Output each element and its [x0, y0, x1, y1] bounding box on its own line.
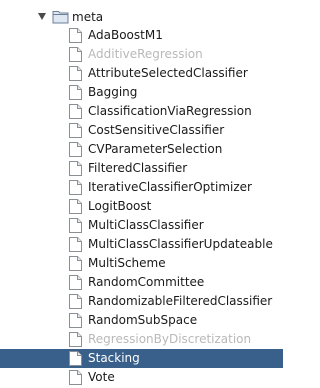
- tree-item-label: CostSensitiveClassifier: [88, 123, 225, 137]
- tree-item-label: ClassificationViaRegression: [88, 104, 252, 118]
- document-icon: [69, 275, 82, 290]
- tree-item-label: Stacking: [88, 351, 140, 365]
- tree-item-regressionbydiscretization[interactable]: RegressionByDiscretization: [0, 330, 283, 349]
- tree-item-label: LogitBoost: [88, 199, 152, 213]
- tree-folder-meta[interactable]: meta: [0, 7, 283, 27]
- document-icon: [69, 370, 82, 385]
- tree-item-bagging[interactable]: Bagging: [0, 83, 283, 102]
- document-icon: [69, 199, 82, 214]
- tree-item-randomcommittee[interactable]: RandomCommittee: [0, 273, 283, 292]
- tree-item-label: Bagging: [88, 85, 138, 99]
- document-icon: [69, 332, 82, 347]
- tree-item-label: AdaBoostM1: [88, 28, 163, 42]
- tree-item-multiclassclassifier[interactable]: MultiClassClassifier: [0, 216, 283, 235]
- tree-item-logitboost[interactable]: LogitBoost: [0, 197, 283, 216]
- tree-item-label: AttributeSelectedClassifier: [88, 66, 248, 80]
- folder-label: meta: [72, 10, 104, 24]
- tree-item-randomsubspace[interactable]: RandomSubSpace: [0, 311, 283, 330]
- tree-item-costsensitiveclassifier[interactable]: CostSensitiveClassifier: [0, 121, 283, 140]
- tree-item-label: Vote: [88, 370, 115, 384]
- document-icon: [69, 351, 82, 366]
- tree-item-label: MultiClassClassifier: [88, 218, 204, 232]
- document-icon: [69, 123, 82, 138]
- tree-item-label: FilteredClassifier: [88, 161, 188, 175]
- tree-item-label: MultiClassClassifierUpdateable: [88, 237, 273, 251]
- tree-item-vote[interactable]: Vote: [0, 368, 283, 387]
- tree-item-adaboostm1[interactable]: AdaBoostM1: [0, 26, 283, 45]
- document-icon: [69, 47, 82, 62]
- document-icon: [69, 161, 82, 176]
- tree-item-label: AdditiveRegression: [88, 47, 203, 61]
- document-icon: [69, 294, 82, 309]
- tree-leaf-list: AdaBoostM1 AdditiveRegression AttributeS…: [0, 26, 283, 387]
- tree-item-classificationviaregression[interactable]: ClassificationViaRegression: [0, 102, 283, 121]
- document-icon: [69, 218, 82, 233]
- tree-item-label: RandomSubSpace: [88, 313, 198, 327]
- tree-item-multiclassclassifierupdateable[interactable]: MultiClassClassifierUpdateable: [0, 235, 283, 254]
- document-icon: [69, 85, 82, 100]
- document-icon: [69, 66, 82, 81]
- document-icon: [69, 180, 82, 195]
- tree-item-label: IterativeClassifierOptimizer: [88, 180, 252, 194]
- tree-item-cvparameterselection[interactable]: CVParameterSelection: [0, 140, 283, 159]
- expand-triangle-icon[interactable]: [38, 13, 46, 20]
- tree-item-filteredclassifier[interactable]: FilteredClassifier: [0, 159, 283, 178]
- tree-item-attributeselectedclassifier[interactable]: AttributeSelectedClassifier: [0, 64, 283, 83]
- tree-item-label: RandomCommittee: [88, 275, 205, 289]
- tree-item-iterativeclassifieroptimizer[interactable]: IterativeClassifierOptimizer: [0, 178, 283, 197]
- document-icon: [69, 313, 82, 328]
- tree-item-label: RegressionByDiscretization: [88, 332, 252, 346]
- class-tree: meta AdaBoostM1 AdditiveRegression Attri…: [0, 0, 283, 388]
- folder-icon: [52, 11, 69, 24]
- tree-item-multischeme[interactable]: MultiScheme: [0, 254, 283, 273]
- document-icon: [69, 237, 82, 252]
- tree-item-label: CVParameterSelection: [88, 142, 223, 156]
- document-icon: [69, 256, 82, 271]
- tree-item-randomizablefilteredclassifier[interactable]: RandomizableFilteredClassifier: [0, 292, 283, 311]
- tree-item-label: MultiScheme: [88, 256, 166, 270]
- tree-item-label: RandomizableFilteredClassifier: [88, 294, 273, 308]
- document-icon: [69, 104, 82, 119]
- tree-item-additiveregression[interactable]: AdditiveRegression: [0, 45, 283, 64]
- document-icon: [69, 28, 82, 43]
- document-icon: [69, 142, 82, 157]
- tree-item-stacking[interactable]: Stacking: [0, 349, 283, 368]
